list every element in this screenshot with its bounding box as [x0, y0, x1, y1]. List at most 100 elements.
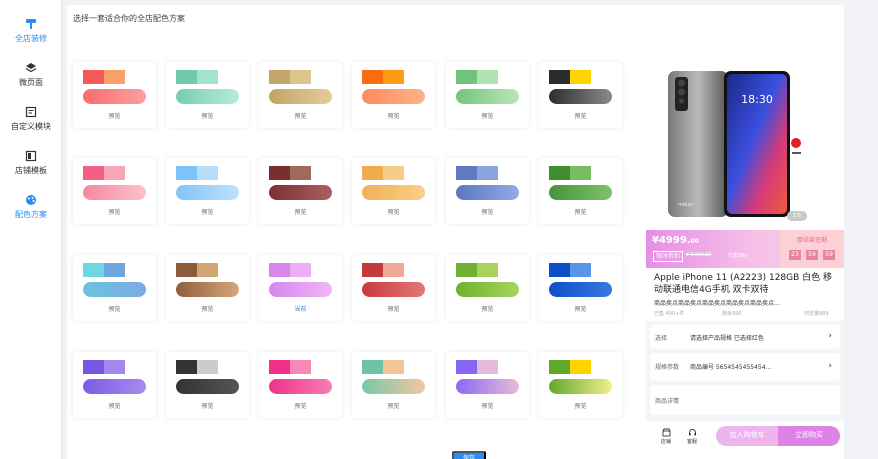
- color-scheme-card[interactable]: 预览: [166, 158, 249, 224]
- primary-swatch: [269, 166, 290, 180]
- preview-label: 预览: [201, 403, 214, 410]
- preview-label: 预览: [574, 209, 587, 216]
- gradient-swatch: [362, 185, 425, 200]
- secondary-swatch: [104, 70, 125, 84]
- secondary-swatch: [570, 166, 591, 180]
- sidebar-item-label: 配色方案: [15, 210, 47, 219]
- secondary-swatch: [104, 263, 125, 277]
- product-name: Apple iPhone 11 (A2223) 128GB 白色 移动联通电信4…: [654, 273, 833, 295]
- palette-icon: [26, 195, 36, 205]
- primary-swatch: [456, 166, 477, 180]
- page-title: 选择一套适合你的全店配色方案: [73, 14, 185, 23]
- color-scheme-card[interactable]: 预览: [539, 352, 622, 418]
- spec-select-row[interactable]: 选择 请选择产品规格 已选择红色 ›: [650, 325, 840, 349]
- color-scheme-card[interactable]: 预览: [352, 158, 435, 224]
- preview-label: 预览: [108, 209, 121, 216]
- color-scheme-card[interactable]: 预览: [166, 352, 249, 418]
- gradient-swatch: [83, 282, 146, 297]
- sidebar-item-store-decor[interactable]: 全店装修: [0, 18, 62, 58]
- gradient-swatch: [269, 282, 332, 297]
- save-button[interactable]: 保存: [452, 451, 486, 459]
- sidebar-item-custom-module[interactable]: 自定义模块: [0, 106, 62, 146]
- promo-bar: ¥4999.00 限时折扣 ¥ 5999.00 已售996 距结束还剩 23 :…: [646, 230, 844, 268]
- spec-params-row[interactable]: 规格参数 商品编号 5654545455454... ›: [650, 353, 840, 381]
- preview-label: 预览: [294, 403, 307, 410]
- color-scheme-card[interactable]: 预览: [73, 255, 156, 321]
- secondary-swatch: [477, 263, 498, 277]
- preview-label: 预览: [108, 113, 121, 120]
- add-to-cart-button[interactable]: 加入购物车: [716, 426, 778, 446]
- color-scheme-card[interactable]: 预览: [166, 62, 249, 128]
- detail-row[interactable]: 商品详情: [650, 385, 840, 415]
- secondary-swatch: [197, 166, 218, 180]
- preview-label: 预览: [481, 209, 494, 216]
- preview-label: 预览: [294, 209, 307, 216]
- sidebar-item-color-scheme[interactable]: 配色方案: [0, 194, 62, 234]
- preview-label: 预览: [108, 306, 121, 313]
- preview-label: 预览: [201, 113, 214, 120]
- layers-icon: [25, 63, 37, 73]
- preview-label: 预览: [387, 403, 400, 410]
- select-key: 选择: [655, 335, 668, 342]
- gradient-swatch: [362, 282, 425, 297]
- countdown-seconds: 59: [823, 250, 835, 260]
- preview-label: 预览: [387, 209, 400, 216]
- color-scheme-card[interactable]: 预览: [352, 62, 435, 128]
- primary-swatch: [269, 70, 290, 84]
- gradient-swatch: [456, 282, 519, 297]
- sidebar-item-store-template[interactable]: 店铺模板: [0, 150, 62, 190]
- color-scheme-card[interactable]: 预览: [446, 158, 529, 224]
- template-icon: [25, 150, 37, 162]
- secondary-swatch: [104, 166, 125, 180]
- primary-swatch: [176, 360, 197, 374]
- color-scheme-card[interactable]: 预览: [446, 352, 529, 418]
- buy-now-button[interactable]: 立即购买: [778, 426, 840, 446]
- color-scheme-card[interactable]: 预览: [73, 352, 156, 418]
- primary-swatch: [362, 166, 383, 180]
- secondary-swatch: [477, 166, 498, 180]
- color-scheme-card[interactable]: 当前: [259, 255, 342, 321]
- gradient-swatch: [269, 89, 332, 104]
- primary-swatch: [456, 263, 477, 277]
- color-scheme-card[interactable]: 预览: [352, 255, 435, 321]
- color-scheme-card[interactable]: 预览: [539, 62, 622, 128]
- color-scheme-card[interactable]: 预览: [259, 352, 342, 418]
- phone-preview: meizu 18:30 1/5 ¥4999.00 限时折扣 ¥ 5999.00 …: [646, 63, 844, 456]
- primary-swatch: [83, 166, 104, 180]
- sidebar-item-micro-page[interactable]: 微页面: [0, 62, 62, 102]
- color-scheme-card[interactable]: 预览: [539, 158, 622, 224]
- gradient-swatch: [549, 282, 612, 297]
- preview-label: 预览: [481, 113, 494, 120]
- gradient-swatch: [456, 89, 519, 104]
- preview-label: 预览: [201, 209, 214, 216]
- color-scheme-card[interactable]: 预览: [539, 255, 622, 321]
- secondary-swatch: [290, 166, 311, 180]
- preview-label: 预览: [108, 403, 121, 410]
- gradient-swatch: [549, 379, 612, 394]
- primary-swatch: [549, 70, 570, 84]
- primary-swatch: [176, 70, 197, 84]
- color-scheme-card[interactable]: 预览: [166, 255, 249, 321]
- shop-icon: [662, 428, 670, 437]
- color-scheme-card[interactable]: 预览: [259, 158, 342, 224]
- gradient-swatch: [456, 185, 519, 200]
- primary-swatch: [176, 166, 197, 180]
- service-button[interactable]: 客服: [680, 428, 704, 445]
- primary-swatch: [83, 263, 104, 277]
- primary-swatch: [269, 263, 290, 277]
- secondary-swatch: [477, 360, 498, 374]
- color-scheme-card[interactable]: 预览: [446, 62, 529, 128]
- color-scheme-card[interactable]: 预览: [73, 62, 156, 128]
- preview-label: 预览: [574, 113, 587, 120]
- phone-image: meizu 18:30: [668, 71, 801, 217]
- gradient-swatch: [176, 185, 239, 200]
- secondary-swatch: [197, 70, 218, 84]
- color-scheme-card[interactable]: 预览: [352, 352, 435, 418]
- color-scheme-card[interactable]: 预览: [446, 255, 529, 321]
- color-scheme-card[interactable]: 预览: [73, 158, 156, 224]
- sidebar: 全店装修 微页面 自定义模块 店铺模板 配色方案: [0, 0, 62, 459]
- shop-button[interactable]: 店铺: [654, 428, 678, 445]
- color-scheme-card[interactable]: 预览: [259, 62, 342, 128]
- spec-value: 商品编号 5654545455454...: [690, 364, 772, 371]
- primary-swatch: [362, 360, 383, 374]
